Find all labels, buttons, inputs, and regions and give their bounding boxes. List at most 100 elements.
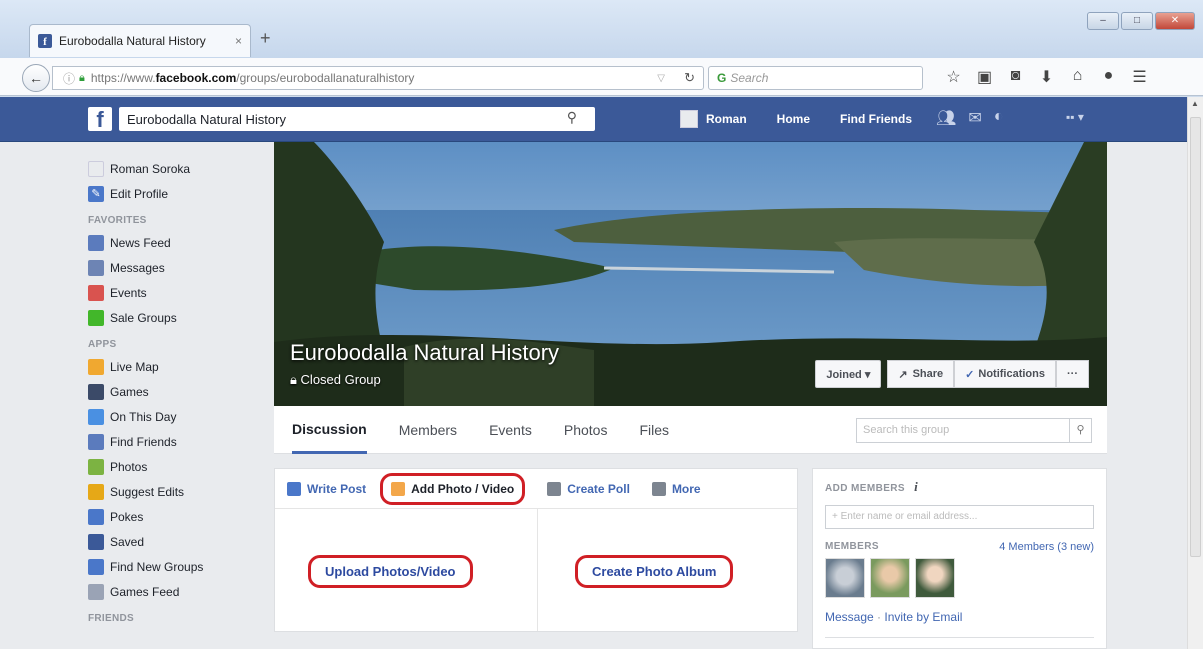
- maximize-button[interactable]: □: [1121, 12, 1153, 30]
- url-dropdown-icon[interactable]: ▽: [657, 73, 665, 84]
- url-prefix: https://www.: [90, 71, 156, 85]
- search-engine-icon[interactable]: G: [717, 71, 726, 85]
- member-avatar[interactable]: [870, 558, 910, 598]
- info-icon[interactable]: i: [914, 479, 918, 494]
- nav-home-link[interactable]: Home: [777, 112, 810, 126]
- sidebar-app-item[interactable]: Games Feed: [88, 579, 268, 604]
- user-avatar[interactable]: [680, 110, 698, 128]
- url-path: /groups/eurobodallanaturalhistory: [236, 71, 415, 85]
- tab-close-icon[interactable]: ×: [235, 34, 242, 48]
- tab-members[interactable]: Members: [399, 406, 457, 454]
- add-member-input[interactable]: + Enter name or email address...: [825, 505, 1094, 529]
- message-link[interactable]: Message: [825, 610, 874, 624]
- sidebar-app-item[interactable]: Live Map: [88, 354, 268, 379]
- minimize-button[interactable]: –: [1087, 12, 1119, 30]
- sidebar-favorite-item[interactable]: Events: [88, 280, 268, 305]
- live-map-icon: [88, 358, 104, 375]
- browser-search-input[interactable]: G Search: [708, 66, 923, 90]
- sidebar-favorite-item[interactable]: News Feed: [88, 230, 268, 255]
- back-button[interactable]: ←: [22, 64, 50, 92]
- sidebar-edit-profile-label: Edit Profile: [110, 186, 169, 201]
- sidebar-app-item[interactable]: Find Friends: [88, 429, 268, 454]
- sidebar-app-item[interactable]: Games: [88, 379, 268, 404]
- sidebar-app-item[interactable]: Pokes: [88, 504, 268, 529]
- new-tab-button[interactable]: +: [260, 28, 271, 49]
- tab-events[interactable]: Events: [489, 406, 532, 454]
- facebook-search-input[interactable]: Eurobodalla Natural History ⚲: [119, 107, 595, 131]
- create-photo-album-button[interactable]: Create Photo Album: [575, 555, 734, 588]
- share-button[interactable]: ↗ Share: [887, 360, 955, 388]
- notifications-globe-icon[interactable]: ◐: [994, 108, 1004, 128]
- sidebar-app-item[interactable]: Suggest Edits: [88, 479, 268, 504]
- sidebar-app-item-label: On This Day: [110, 409, 177, 424]
- scroll-up-icon[interactable]: ▲: [1191, 99, 1199, 108]
- messages-icon[interactable]: ✉: [968, 108, 981, 128]
- downloads-icon[interactable]: ⬇: [1031, 67, 1062, 87]
- vertical-scrollbar[interactable]: ▲: [1187, 97, 1203, 649]
- close-window-button[interactable]: ✕: [1155, 12, 1195, 30]
- search-icon[interactable]: ⚲: [567, 109, 577, 126]
- page-content: Roman Soroka ✎ Edit Profile FAVORITES Ne…: [0, 142, 1187, 649]
- friends-heading: FRIENDS: [88, 613, 134, 624]
- upload-photos-video-button[interactable]: Upload Photos/Video: [308, 555, 473, 588]
- reading-list-icon[interactable]: ▣: [969, 67, 1000, 87]
- more-options-button[interactable]: ···: [1056, 360, 1089, 388]
- suggest-edits-icon: [88, 483, 104, 500]
- add-photo-video-tab[interactable]: Add Photo / Video: [380, 472, 526, 505]
- tab-discussion[interactable]: Discussion: [292, 406, 367, 454]
- games-icon: [88, 383, 104, 400]
- more-tab[interactable]: More: [651, 481, 701, 496]
- sidebar-profile[interactable]: Roman Soroka: [88, 156, 268, 181]
- sidebar-profile-name: Roman Soroka: [110, 161, 191, 176]
- create-poll-tab[interactable]: Create Poll: [547, 481, 630, 496]
- nav-profile-link[interactable]: Roman: [706, 112, 747, 126]
- sidebar-edit-profile[interactable]: ✎ Edit Profile: [88, 181, 268, 206]
- tab-photos[interactable]: Photos: [564, 406, 608, 454]
- member-avatar[interactable]: [915, 558, 955, 598]
- pocket-icon[interactable]: ◙: [1000, 67, 1031, 87]
- nav-find-friends-link[interactable]: Find Friends: [840, 112, 912, 126]
- joined-button[interactable]: Joined ▾: [815, 360, 882, 388]
- sidebar-app-item[interactable]: Photos: [88, 454, 268, 479]
- menu-icon[interactable]: ☰: [1124, 67, 1155, 87]
- sidebar-favorite-item[interactable]: Messages: [88, 255, 268, 280]
- group-search-input[interactable]: Search this group ⚲: [856, 418, 1092, 443]
- apps-heading: APPS: [88, 339, 117, 350]
- scrollbar-thumb[interactable]: [1190, 117, 1201, 557]
- news-feed-icon: [88, 234, 104, 251]
- member-avatars: [825, 558, 1094, 598]
- bookmark-star-icon[interactable]: ☆: [938, 67, 969, 87]
- friend-requests-icon[interactable]: 👥︎: [936, 108, 956, 128]
- home-icon[interactable]: ⌂: [1062, 67, 1093, 87]
- address-bar[interactable]: ⓘ 🔒︎ https://www. facebook.com/groups/eur…: [52, 66, 704, 90]
- sidebar-app-item[interactable]: Find New Groups: [88, 554, 268, 579]
- browser-tab[interactable]: f Eurobodalla Natural History ×: [29, 24, 251, 57]
- browser-tools: ☆ ▣ ◙ ⬇ ⌂ ● ☰: [938, 67, 1155, 87]
- info-icon[interactable]: ⓘ: [63, 70, 75, 87]
- members-count-link[interactable]: 4 Members (3 new): [999, 541, 1094, 553]
- right-divider: [825, 637, 1094, 638]
- facebook-top-bar: f Eurobodalla Natural History ⚲ Roman Ho…: [0, 97, 1187, 142]
- composer-divider: [537, 509, 538, 631]
- sidebar-app-item-label: Photos: [110, 459, 148, 474]
- tab-files[interactable]: Files: [639, 406, 669, 454]
- chat-icon[interactable]: ●: [1093, 67, 1124, 87]
- group-search-icon[interactable]: ⚲: [1069, 419, 1091, 442]
- sidebar-app-item[interactable]: On This Day: [88, 404, 268, 429]
- composer-tabs: Write Post Add Photo / Video Create Poll…: [275, 469, 797, 509]
- sidebar-app-item-label: Pokes: [110, 509, 144, 524]
- reload-icon[interactable]: ↻: [684, 70, 695, 86]
- pencil-icon: [287, 481, 301, 496]
- sidebar-favorite-item[interactable]: Sale Groups: [88, 305, 268, 330]
- invite-by-email-link[interactable]: Invite by Email: [884, 610, 962, 624]
- facebook-logo-icon[interactable]: f: [88, 107, 112, 131]
- member-avatar[interactable]: [825, 558, 865, 598]
- sidebar-favorite-item-label: Sale Groups: [110, 310, 177, 325]
- account-menu-icon[interactable]: ▪▪ ▾: [1066, 110, 1084, 124]
- group-tabs: Discussion Members Events Photos Files S…: [274, 406, 1107, 454]
- notifications-button[interactable]: ✓ Notifications: [954, 360, 1056, 388]
- navigation-toolbar: ← ⓘ 🔒︎ https://www. facebook.com/groups/e…: [0, 58, 1203, 96]
- sidebar-app-item[interactable]: Saved: [88, 529, 268, 554]
- write-post-tab[interactable]: Write Post: [287, 481, 366, 496]
- photo-icon: [391, 481, 406, 496]
